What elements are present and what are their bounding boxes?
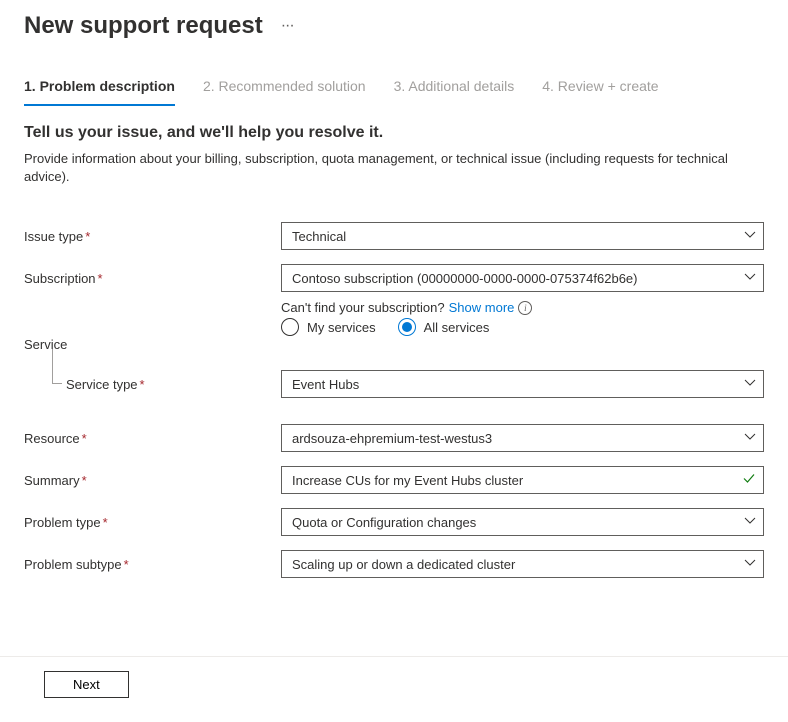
tab-problem-description[interactable]: 1. Problem description (24, 78, 175, 106)
subscription-label: Subscription* (24, 271, 281, 286)
summary-input[interactable] (281, 466, 764, 494)
required-asterisk: * (85, 229, 90, 244)
required-asterisk: * (82, 431, 87, 446)
subscription-hint: Can't find your subscription? Show more … (281, 300, 764, 315)
radio-icon-checked (398, 318, 416, 336)
section-title: Tell us your issue, and we'll help you r… (24, 124, 764, 142)
radio-label: My services (307, 320, 376, 335)
required-asterisk: * (124, 557, 129, 572)
tab-recommended-solution[interactable]: 2. Recommended solution (203, 78, 366, 106)
tab-review-create[interactable]: 4. Review + create (542, 78, 658, 106)
tabs: 1. Problem description 2. Recommended so… (0, 40, 788, 106)
resource-label: Resource* (24, 431, 281, 446)
problem-type-label: Problem type* (24, 515, 281, 530)
info-icon[interactable]: i (518, 301, 532, 315)
issue-type-select[interactable]: Technical (281, 222, 764, 250)
service-type-select[interactable]: Event Hubs (281, 370, 764, 398)
issue-type-label: Issue type* (24, 229, 281, 244)
radio-icon (281, 318, 299, 336)
required-asterisk: * (103, 515, 108, 530)
service-label: Service (24, 337, 281, 352)
resource-select[interactable]: ardsouza-ehpremium-test-westus3 (281, 424, 764, 452)
required-asterisk: * (82, 473, 87, 488)
more-button[interactable]: ··· (277, 15, 298, 37)
problem-type-select[interactable]: Quota or Configuration changes (281, 508, 764, 536)
tab-additional-details[interactable]: 3. Additional details (394, 78, 515, 106)
show-more-link[interactable]: Show more (449, 300, 515, 315)
radio-all-services[interactable]: All services (398, 318, 490, 336)
page-title: New support request (24, 12, 263, 40)
section-description: Provide information about your billing, … (24, 150, 764, 186)
service-type-label: Service type* (24, 377, 281, 392)
required-asterisk: * (98, 271, 103, 286)
problem-subtype-select[interactable]: Scaling up or down a dedicated cluster (281, 550, 764, 578)
next-button[interactable]: Next (44, 671, 129, 698)
radio-label: All services (424, 320, 490, 335)
problem-subtype-label: Problem subtype* (24, 557, 281, 572)
summary-label: Summary* (24, 473, 281, 488)
subscription-select[interactable]: Contoso subscription (00000000-0000-0000… (281, 264, 764, 292)
required-asterisk: * (140, 377, 145, 392)
radio-my-services[interactable]: My services (281, 318, 376, 336)
